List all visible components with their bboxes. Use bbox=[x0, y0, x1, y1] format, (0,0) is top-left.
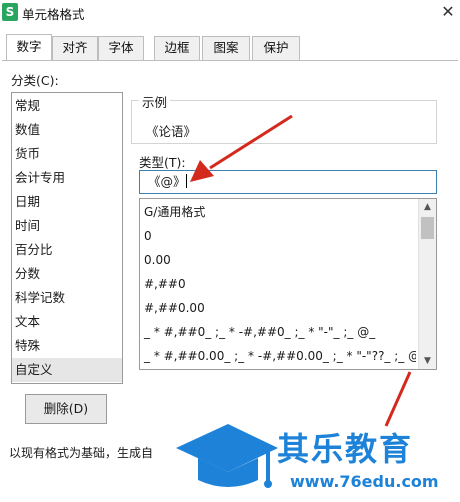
category-list: 常规 数值 货币 会计专用 日期 时间 百分比 分数 科学记数 文本 特殊 自定… bbox=[11, 92, 123, 384]
format-item[interactable]: #,##0.00 bbox=[140, 297, 416, 319]
scroll-up-icon[interactable]: ▲ bbox=[419, 199, 436, 215]
delete-button[interactable]: 删除(D) bbox=[25, 394, 107, 424]
category-item-special[interactable]: 特殊 bbox=[12, 334, 122, 358]
category-item-scientific[interactable]: 科学记数 bbox=[12, 286, 122, 310]
category-item-date[interactable]: 日期 bbox=[12, 190, 122, 214]
watermark-title: 其乐教育 bbox=[277, 430, 414, 468]
category-item-accounting[interactable]: 会计专用 bbox=[12, 166, 122, 190]
tab-strip: 数字 对齐 字体 边框 图案 保护 bbox=[6, 34, 456, 60]
format-item[interactable]: 0.00 bbox=[140, 249, 416, 271]
sample-legend: 示例 bbox=[139, 92, 171, 111]
title-bar: S 单元格格式 ✕ bbox=[0, 0, 460, 28]
format-item[interactable]: 0 bbox=[140, 225, 416, 247]
category-item-time[interactable]: 时间 bbox=[12, 214, 122, 238]
category-item-fraction[interactable]: 分数 bbox=[12, 262, 122, 286]
category-item-currency[interactable]: 货币 bbox=[12, 142, 122, 166]
watermark-url: www.76edu.com bbox=[290, 472, 439, 491]
wps-app-icon: S bbox=[2, 3, 18, 21]
category-item-percentage[interactable]: 百分比 bbox=[12, 238, 122, 262]
category-label: 分类(C): bbox=[11, 73, 59, 88]
type-input-value: 《@》 bbox=[148, 174, 186, 189]
format-item[interactable]: #,##0 bbox=[140, 273, 416, 295]
description-text: 以现有格式为基础，生成自 bbox=[9, 446, 154, 460]
tab-pattern[interactable]: 图案 bbox=[202, 36, 250, 60]
format-item[interactable]: _ * #,##0_ ;_ * -#,##0_ ;_ * "-"_ ;_ @_ bbox=[140, 321, 416, 343]
sample-value: 《论语》 bbox=[146, 124, 197, 139]
tab-font[interactable]: 字体 bbox=[98, 36, 144, 60]
dialog-title: 单元格格式 bbox=[22, 7, 85, 22]
tab-protection[interactable]: 保护 bbox=[252, 36, 300, 60]
format-item[interactable]: _ * #,##0.00_ ;_ * -#,##0.00_ ;_ * "-"??… bbox=[140, 345, 416, 367]
tab-number[interactable]: 数字 bbox=[6, 34, 52, 60]
graduation-cap-logo bbox=[176, 424, 278, 488]
category-item-number[interactable]: 数值 bbox=[12, 118, 122, 142]
tab-alignment[interactable]: 对齐 bbox=[52, 36, 98, 60]
scroll-thumb[interactable] bbox=[421, 217, 434, 239]
close-icon[interactable]: ✕ bbox=[438, 2, 458, 22]
category-item-general[interactable]: 常规 bbox=[12, 94, 122, 118]
scroll-down-icon[interactable]: ▼ bbox=[419, 353, 436, 369]
type-input[interactable]: 《@》 bbox=[139, 170, 437, 194]
tab-border[interactable]: 边框 bbox=[154, 36, 200, 60]
type-label: 类型(T): bbox=[139, 155, 186, 170]
format-list: G/通用格式 0 0.00 #,##0 #,##0.00 _ * #,##0_ … bbox=[139, 198, 437, 370]
format-item[interactable]: G/通用格式 bbox=[140, 201, 416, 223]
text-caret bbox=[185, 174, 187, 188]
format-list-scrollbar[interactable]: ▲ ▼ bbox=[418, 199, 436, 369]
category-item-custom[interactable]: 自定义 bbox=[12, 358, 122, 382]
category-item-text[interactable]: 文本 bbox=[12, 310, 122, 334]
